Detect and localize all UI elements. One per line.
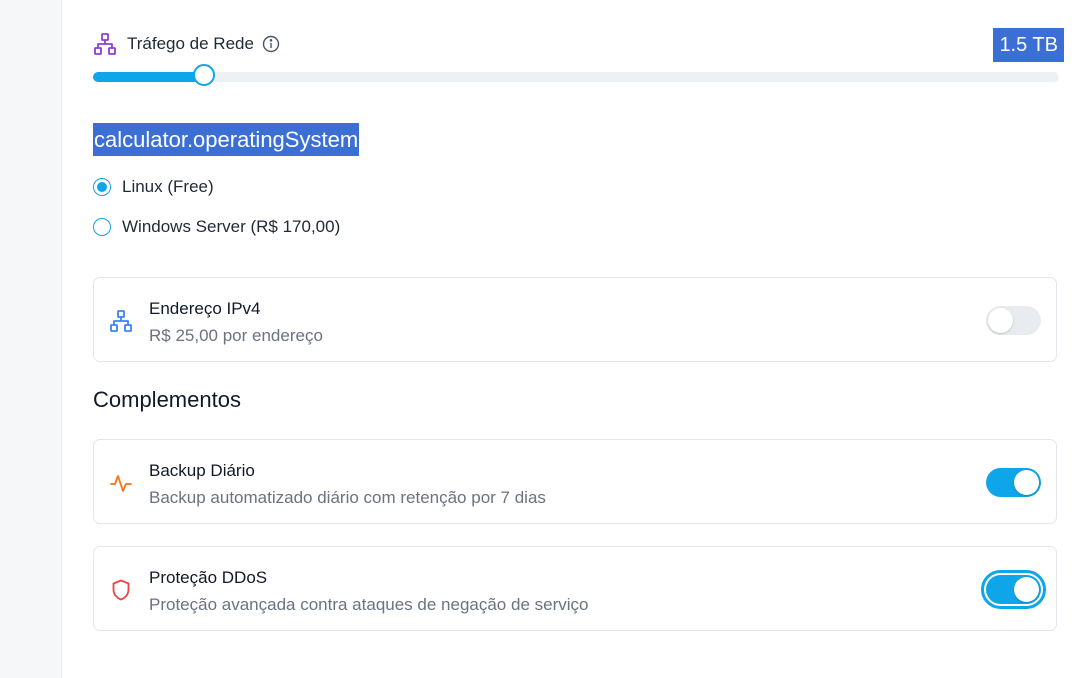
- network-icon: [109, 309, 133, 333]
- ddos-toggle[interactable]: [981, 570, 1046, 609]
- info-icon[interactable]: [262, 35, 280, 53]
- network-icon: [93, 32, 117, 56]
- backup-card: Backup Diário Backup automatizado diário…: [93, 439, 1057, 524]
- traffic-value: 1.5 TB: [993, 28, 1064, 62]
- backup-title: Backup Diário: [149, 461, 255, 480]
- ipv4-toggle[interactable]: [986, 306, 1041, 335]
- left-rail: [0, 0, 62, 678]
- ddos-description: Proteção avançada contra ataques de nega…: [149, 595, 589, 614]
- traffic-slider-fill: [93, 72, 205, 82]
- radio-button-linux[interactable]: [93, 178, 111, 196]
- os-heading: calculator.operatingSystem: [93, 123, 360, 156]
- ipv4-description: R$ 25,00 por endereço: [149, 326, 323, 345]
- toggle-knob: [988, 308, 1013, 333]
- backup-description: Backup automatizado diário com retenção …: [149, 488, 546, 507]
- toggle-knob: [1014, 470, 1039, 495]
- addons-title: Complementos: [93, 387, 241, 412]
- traffic-header: Tráfego de Rede: [93, 32, 280, 56]
- traffic-label: Tráfego de Rede: [127, 34, 254, 53]
- shield-icon: [109, 578, 133, 602]
- radio-label-linux: Linux (Free): [122, 177, 214, 196]
- ipv4-title: Endereço IPv4: [149, 299, 261, 318]
- radio-label-windows: Windows Server (R$ 170,00): [122, 217, 341, 236]
- ddos-card: Proteção DDoS Proteção avançada contra a…: [93, 546, 1057, 631]
- backup-toggle[interactable]: [986, 468, 1041, 497]
- ipv4-card: Endereço IPv4 R$ 25,00 por endereço: [93, 277, 1057, 362]
- toggle-knob: [1014, 577, 1039, 602]
- ddos-title: Proteção DDoS: [149, 568, 268, 587]
- activity-icon: [109, 471, 133, 495]
- radio-button-windows[interactable]: [93, 218, 111, 236]
- page: Tráfego de Rede 1.5 TB calculator.operat…: [0, 0, 1075, 678]
- radio-option-windows[interactable]: Windows Server (R$ 170,00): [93, 217, 340, 237]
- radio-option-linux[interactable]: Linux (Free): [93, 177, 214, 197]
- traffic-slider[interactable]: [93, 64, 1059, 86]
- calculator-panel: Tráfego de Rede 1.5 TB calculator.operat…: [62, 0, 1075, 678]
- traffic-slider-thumb[interactable]: [193, 64, 216, 86]
